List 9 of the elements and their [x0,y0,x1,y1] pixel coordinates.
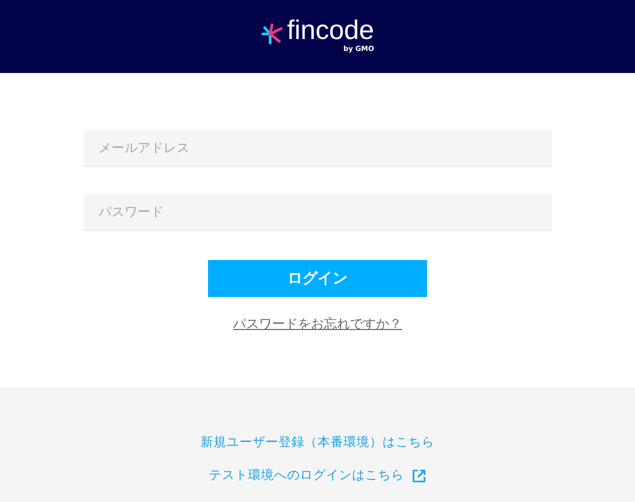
external-link-icon[interactable] [412,468,426,482]
asterisk-logo-icon [260,22,283,44]
logo-text: fincode [286,14,374,44]
footer-link[interactable]: テスト環境へのログインはこちら [209,467,404,484]
email-field[interactable]: メールアドレス [84,130,552,167]
password-field[interactable]: パスワード [84,194,552,231]
footer-link[interactable]: 新規ユーザー登録（本番環境）はこちら [200,434,434,451]
login-button[interactable]: ログイン [208,260,427,297]
forgot-password-link[interactable]: パスワードをお忘れですか？ [233,315,402,333]
